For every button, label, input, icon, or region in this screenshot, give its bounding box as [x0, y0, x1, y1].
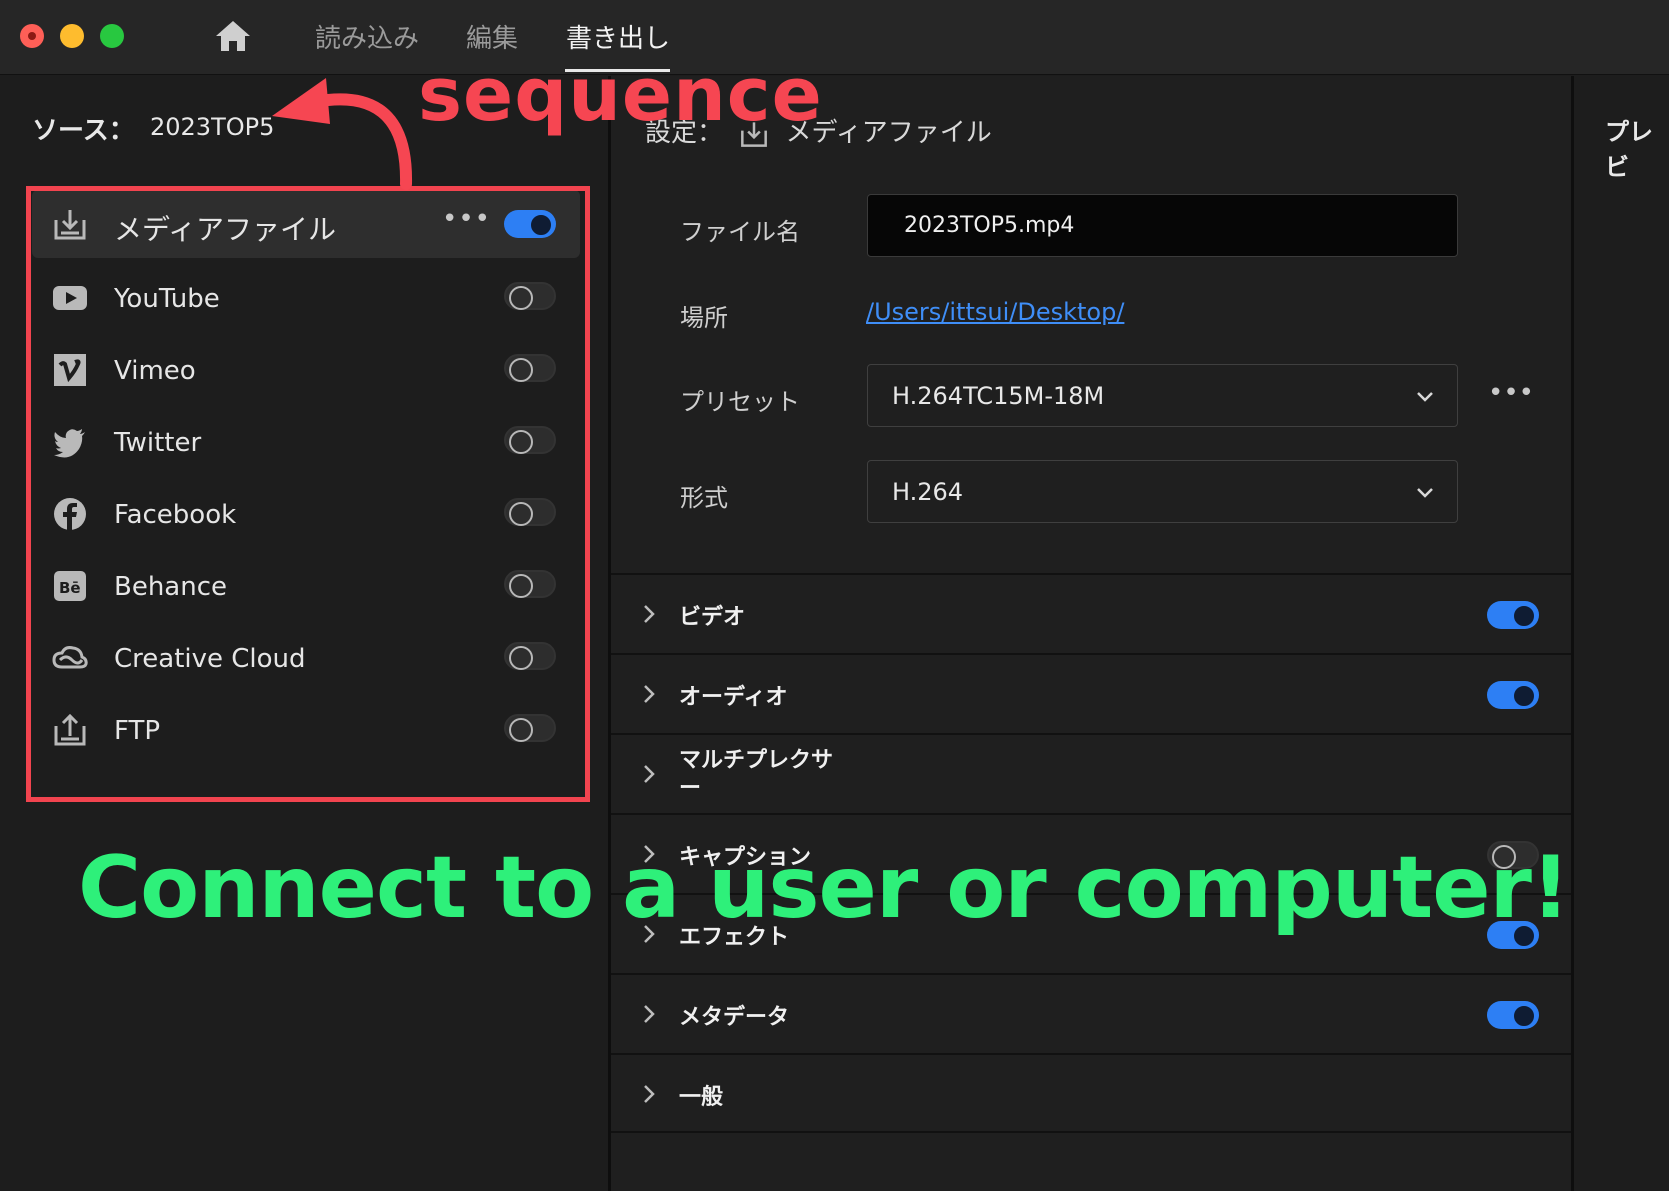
section-general[interactable]: 一般: [611, 1053, 1571, 1133]
section-toggle[interactable]: [1487, 1001, 1539, 1029]
section-video[interactable]: ビデオ: [611, 573, 1571, 653]
section-label: オーディオ: [679, 685, 788, 710]
filename-label: ファイル名: [680, 218, 800, 246]
tab-edit[interactable]: 編集: [466, 18, 518, 55]
format-label: 形式: [680, 484, 728, 512]
chevron-right-icon[interactable]: [641, 603, 657, 625]
section-toggle[interactable]: [1487, 681, 1539, 709]
section-multiplexer[interactable]: マルチプレクサー: [611, 733, 1571, 813]
title-bar: 読み込み 編集 書き出し: [0, 0, 1669, 75]
zoom-window-button[interactable]: [100, 24, 124, 48]
tab-import[interactable]: 読み込み: [315, 18, 419, 55]
section-label: ビデオ: [679, 605, 746, 630]
preset-label: プリセット: [680, 388, 800, 416]
section-label: メタデータ: [679, 1005, 790, 1030]
section-audio[interactable]: オーディオ: [611, 653, 1571, 733]
annotation-caption: Connect to a user or computer!: [78, 838, 1570, 938]
annotation-sequence: sequence: [418, 52, 823, 138]
curved-arrow-icon: [272, 78, 413, 190]
source-value: 2023TOP5: [150, 113, 275, 141]
preset-value: H.264TC15M-18M: [892, 382, 1105, 410]
section-label: マルチプレクサー: [679, 748, 834, 801]
chevron-right-icon[interactable]: [641, 683, 657, 705]
format-select[interactable]: H.264: [867, 460, 1458, 523]
chevron-right-icon[interactable]: [641, 1003, 657, 1025]
chevron-right-icon[interactable]: [641, 763, 657, 785]
section-label: 一般: [679, 1085, 724, 1110]
home-icon[interactable]: [213, 18, 253, 54]
location-link[interactable]: /Users/ittsui/Desktop/: [866, 298, 1124, 326]
destinations-highlight-frame: [26, 186, 590, 802]
source-label: ソース：: [32, 116, 135, 146]
preset-select[interactable]: H.264TC15M-18M: [867, 364, 1458, 427]
tab-export[interactable]: 書き出し: [566, 18, 670, 55]
location-label: 場所: [680, 304, 728, 332]
chevron-down-icon: [1417, 392, 1433, 402]
preview-title: プレビ: [1605, 118, 1653, 181]
chevron-right-icon[interactable]: [641, 1083, 657, 1105]
section-toggle[interactable]: [1487, 601, 1539, 629]
minimize-window-button[interactable]: [60, 24, 84, 48]
preview-panel: [1574, 76, 1669, 1191]
filename-input[interactable]: [867, 194, 1458, 257]
section-metadata[interactable]: メタデータ: [611, 973, 1571, 1053]
format-value: H.264: [892, 478, 964, 506]
preset-more-options-icon[interactable]: •••: [1488, 378, 1534, 408]
close-window-button[interactable]: [20, 24, 44, 48]
chevron-down-icon: [1417, 488, 1433, 498]
